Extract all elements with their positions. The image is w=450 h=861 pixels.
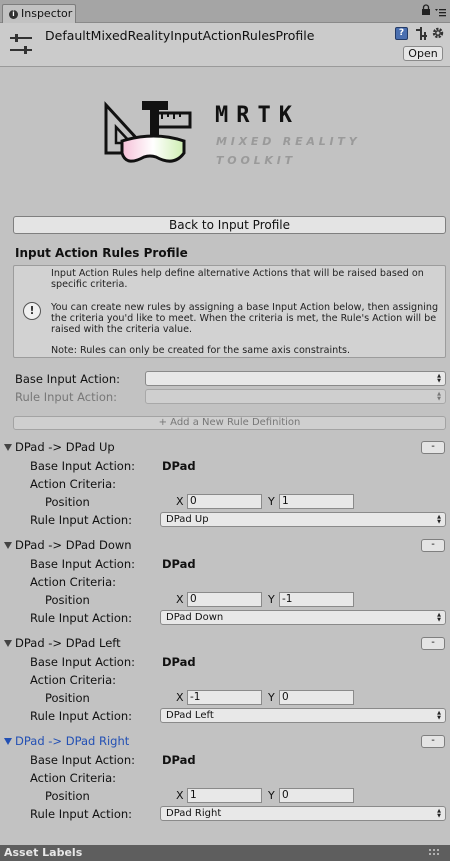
- rule-input-action-dropdown[interactable]: DPad Left ▲ ▼: [160, 708, 446, 723]
- dots-icon[interactable]: [427, 847, 441, 859]
- rule-input-action-label: Rule Input Action:: [15, 390, 118, 404]
- rule-base-input-value: DPad: [162, 557, 196, 571]
- remove-rule-button[interactable]: -: [421, 441, 445, 454]
- position-y-label: Y: [268, 593, 275, 606]
- rule-foldout[interactable]: DPad -> DPad Down: [4, 538, 132, 552]
- help-paragraph-1: Input Action Rules help define alternati…: [51, 268, 424, 290]
- rule-foldout[interactable]: DPad -> DPad Left: [4, 636, 121, 650]
- position-y-label: Y: [268, 495, 275, 508]
- rule-input-action-dropdown[interactable]: DPad Right ▲ ▼: [160, 806, 446, 821]
- lock-icon[interactable]: [421, 4, 431, 16]
- logo-subtitle-line1: MIXED REALITY: [216, 135, 361, 148]
- help-box: ! Input Action Rules help define alterna…: [13, 265, 446, 358]
- position-y-field[interactable]: 0: [279, 690, 354, 705]
- rule-input-action-value: DPad Left: [166, 710, 214, 721]
- menu-icon[interactable]: [434, 8, 446, 17]
- position-y-label: Y: [268, 691, 275, 704]
- section-title: Input Action Rules Profile: [15, 246, 188, 260]
- dropdown-arrow-icon: ▲ ▼: [437, 710, 441, 721]
- inspector-tab-label: Inspector: [21, 7, 73, 20]
- foldout-arrow-icon: [4, 640, 12, 647]
- rule-base-input-value: DPad: [162, 655, 196, 669]
- rule-title: DPad -> DPad Left: [15, 636, 121, 650]
- warning-icon: !: [23, 302, 41, 320]
- inspector-header: DefaultMixedRealityInputActionRulesProfi…: [0, 23, 450, 67]
- rule-base-input-value: DPad: [162, 753, 196, 767]
- position-label: Position: [45, 691, 90, 705]
- action-criteria-label: Action Criteria:: [30, 477, 117, 491]
- position-y-field[interactable]: -1: [279, 592, 354, 607]
- rule-input-action-value: DPad Up: [166, 514, 209, 525]
- add-rule-definition-button: + Add a New Rule Definition: [13, 416, 446, 430]
- rule-input-action-value: DPad Right: [166, 808, 222, 819]
- help-paragraph-3: Note: Rules can only be created for the …: [51, 345, 351, 356]
- position-x-label: X: [176, 593, 184, 606]
- position-x-field[interactable]: 1: [187, 788, 262, 803]
- rule-base-input-label: Base Input Action:: [30, 655, 135, 669]
- gear-icon[interactable]: [431, 26, 445, 40]
- inspector-tab[interactable]: i Inspector: [2, 4, 76, 23]
- action-criteria-label: Action Criteria:: [30, 673, 117, 687]
- help-paragraph-2: You can create new rules by assigning a …: [51, 302, 439, 335]
- rule-input-action-label: Rule Input Action:: [30, 513, 133, 527]
- rule-base-input-label: Base Input Action:: [30, 557, 135, 571]
- dropdown-arrow-icon: ▲ ▼: [437, 373, 441, 384]
- position-x-field[interactable]: 0: [187, 494, 262, 509]
- position-x-field[interactable]: -1: [187, 690, 262, 705]
- remove-rule-button[interactable]: -: [421, 637, 445, 650]
- remove-rule-button[interactable]: -: [421, 539, 445, 552]
- back-to-input-profile-button[interactable]: Back to Input Profile: [13, 216, 446, 234]
- position-label: Position: [45, 789, 90, 803]
- remove-rule-button[interactable]: -: [421, 735, 445, 748]
- base-input-action-dropdown[interactable]: ▲ ▼: [145, 371, 446, 386]
- foldout-arrow-icon: [4, 444, 12, 451]
- rule-foldout[interactable]: DPad -> DPad Up: [4, 440, 115, 454]
- rule-base-input-value: DPad: [162, 459, 196, 473]
- position-y-field[interactable]: 1: [279, 494, 354, 509]
- rule-input-action-value: DPad Down: [166, 612, 224, 623]
- rule-title: DPad -> DPad Down: [15, 538, 132, 552]
- position-x-label: X: [176, 691, 184, 704]
- rule-input-action-label: Rule Input Action:: [30, 807, 133, 821]
- asset-labels-bar[interactable]: Asset Labels: [0, 845, 450, 861]
- open-button[interactable]: Open: [403, 46, 443, 61]
- position-x-field[interactable]: 0: [187, 592, 262, 607]
- profile-title: DefaultMixedRealityInputActionRulesProfi…: [45, 28, 315, 43]
- position-x-label: X: [176, 495, 184, 508]
- logo-subtitle-line2: TOOLKIT: [216, 154, 296, 167]
- rule-title: DPad -> DPad Up: [15, 440, 115, 454]
- position-label: Position: [45, 495, 90, 509]
- position-y-field[interactable]: 0: [279, 788, 354, 803]
- position-y-label: Y: [268, 789, 275, 802]
- rule-input-action-dropdown[interactable]: DPad Up ▲ ▼: [160, 512, 446, 527]
- position-x-label: X: [176, 789, 184, 802]
- logo-title: MRTK: [215, 103, 300, 128]
- rule-input-action-label: Rule Input Action:: [30, 611, 133, 625]
- rule-input-action-dropdown: ▲ ▼: [145, 389, 446, 404]
- rule-base-input-label: Base Input Action:: [30, 753, 135, 767]
- action-criteria-label: Action Criteria:: [30, 575, 117, 589]
- rule-title: DPad -> DPad Right: [15, 734, 130, 748]
- dropdown-arrow-icon: ▲ ▼: [437, 514, 441, 525]
- info-icon: i: [9, 10, 18, 19]
- rule-input-action-label: Rule Input Action:: [30, 709, 133, 723]
- dropdown-arrow-icon: ▲ ▼: [437, 391, 441, 402]
- foldout-arrow-icon: [4, 738, 12, 745]
- base-input-action-label: Base Input Action:: [15, 372, 120, 386]
- preset-icon[interactable]: [415, 27, 427, 40]
- position-label: Position: [45, 593, 90, 607]
- profile-sliders-icon: [10, 34, 32, 54]
- action-criteria-label: Action Criteria:: [30, 771, 117, 785]
- rule-base-input-label: Base Input Action:: [30, 459, 135, 473]
- dropdown-arrow-icon: ▲ ▼: [437, 808, 441, 819]
- rule-foldout[interactable]: DPad -> DPad Right: [4, 734, 129, 748]
- dropdown-arrow-icon: ▲ ▼: [437, 612, 441, 623]
- help-icon[interactable]: ?: [395, 27, 408, 40]
- foldout-arrow-icon: [4, 542, 12, 549]
- rule-input-action-dropdown[interactable]: DPad Down ▲ ▼: [160, 610, 446, 625]
- mrtk-logo-icon: [104, 101, 192, 163]
